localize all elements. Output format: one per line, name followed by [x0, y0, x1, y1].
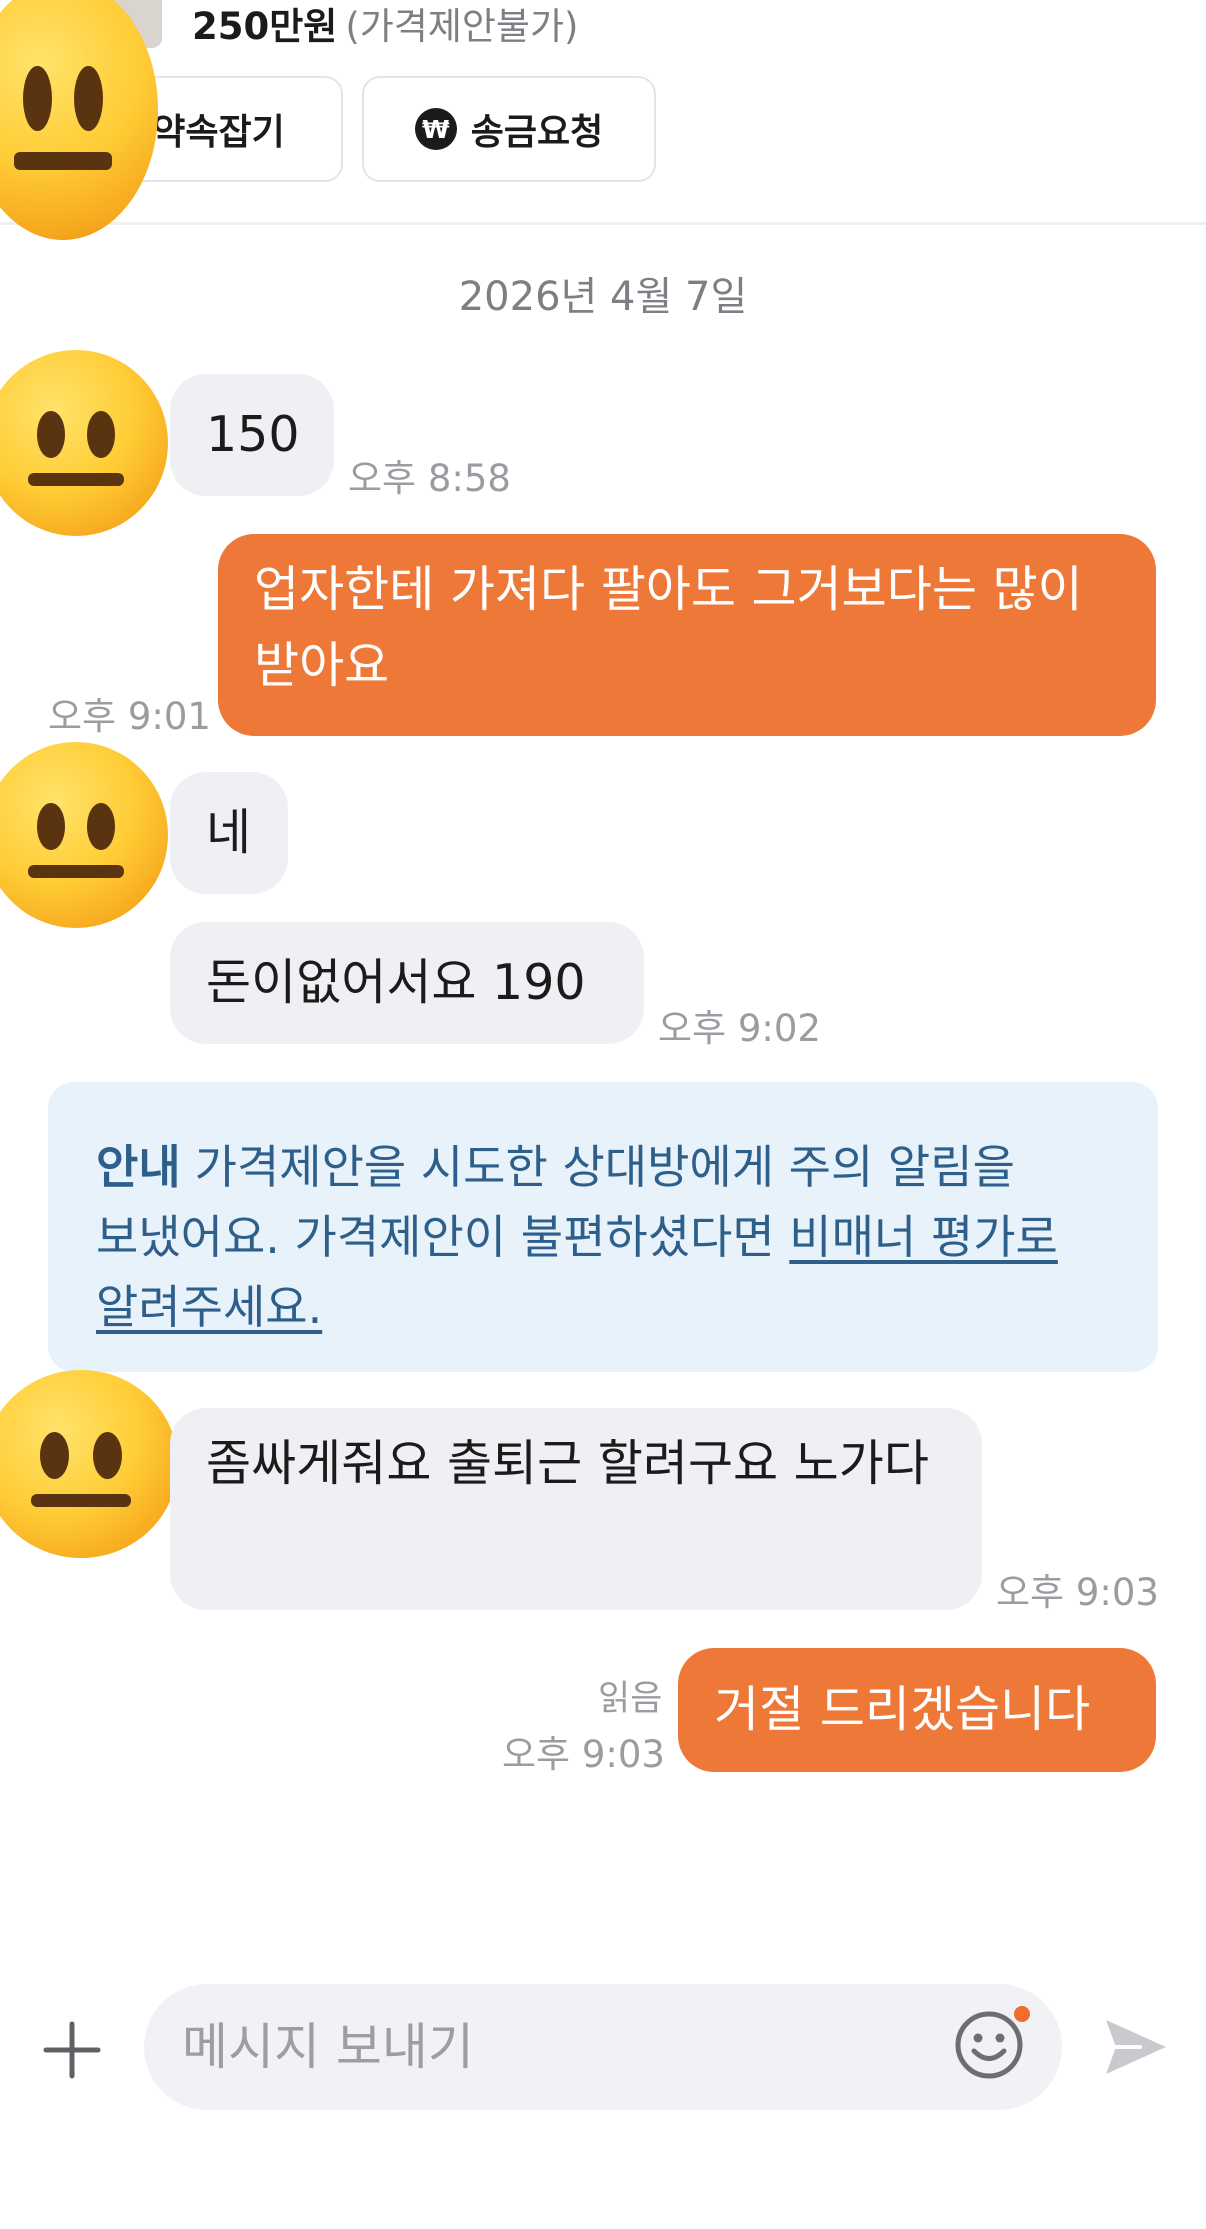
message-input[interactable]: [180, 2017, 924, 2077]
partner-avatar[interactable]: [0, 350, 168, 536]
remit-request-button[interactable]: ₩ 송금요청: [362, 76, 656, 182]
read-receipt: 읽음: [598, 1679, 663, 1719]
avatar-eye: [92, 1432, 122, 1480]
avatar-eye: [40, 1432, 70, 1480]
partner-avatar[interactable]: [0, 742, 168, 928]
message-input-container[interactable]: [144, 1984, 1062, 2110]
product-price-note: (가격제안불가): [345, 5, 579, 48]
notice-label: 안내: [96, 1140, 181, 1194]
avatar-eye: [74, 65, 103, 131]
won-icon: ₩: [414, 108, 457, 150]
incoming-message-bubble[interactable]: 150: [170, 374, 334, 496]
message-timestamp: 오후 9:03: [996, 1571, 1159, 1614]
message-timestamp: 오후 9:03: [502, 1733, 665, 1776]
avatar-eye: [37, 411, 65, 458]
appointment-button-label: 약속잡기: [152, 112, 285, 153]
new-badge-dot: [1014, 2006, 1030, 2022]
remit-request-button-label: 송금요청: [470, 112, 604, 153]
message-timestamp: 오후 8:58: [348, 457, 511, 500]
incoming-message-bubble[interactable]: 돈이없어서요 190: [170, 922, 644, 1044]
outgoing-message-bubble[interactable]: 업자한테 가져다 팔아도 그거보다는 많이 받아요: [218, 534, 1156, 736]
message-timestamp: 오후 9:02: [658, 1007, 821, 1050]
date-separator: 2026년 4월 7일: [458, 274, 748, 320]
partner-avatar[interactable]: [0, 1370, 178, 1558]
outgoing-message-bubble[interactable]: 거절 드리겠습니다: [678, 1648, 1156, 1772]
partner-avatar[interactable]: [0, 0, 158, 240]
avatar-eye: [87, 803, 115, 850]
avatar-eye: [87, 411, 115, 458]
incoming-message-bubble[interactable]: 네: [170, 772, 288, 894]
plus-icon[interactable]: [38, 2016, 106, 2084]
avatar-mouth: [13, 151, 113, 170]
product-price-row: 250만원 (가격제안불가): [192, 0, 578, 50]
avatar-eye: [37, 803, 65, 850]
header-divider: [0, 222, 1206, 225]
avatar-mouth: [30, 1494, 132, 1508]
product-price: 250만원: [192, 5, 338, 48]
chat-screen: 250만원 (가격제안불가) 약속잡기 ₩ 송금요청 2026년 4월 7일 15…: [0, 0, 1206, 2229]
avatar-mouth: [28, 864, 124, 878]
message-timestamp: 오후 9:01: [48, 695, 211, 738]
price-offer-notice: 안내 가격제안을 시도한 상대방에게 주의 알림을 보냈어요. 가격제안이 불편하…: [48, 1082, 1158, 1372]
avatar-mouth: [28, 472, 124, 486]
incoming-message-bubble[interactable]: 좀싸게줘요 출퇴근 할려구요 노가다: [170, 1408, 982, 1610]
avatar-eye: [23, 65, 52, 131]
send-icon[interactable]: [1100, 2012, 1170, 2082]
